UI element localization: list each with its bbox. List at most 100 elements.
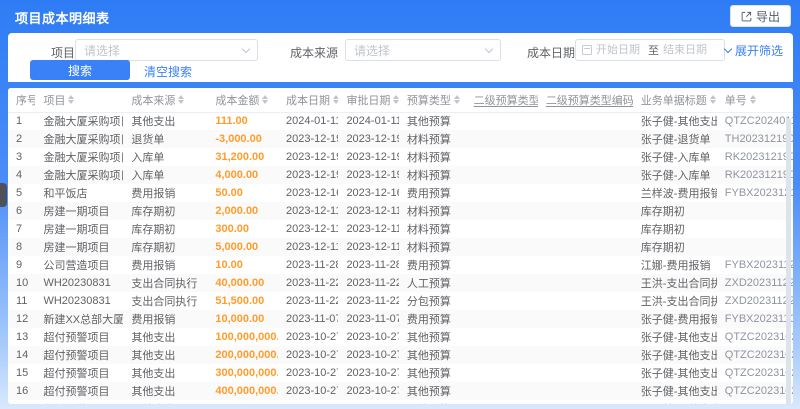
table-row: 17超付预警项目其他支出500,000,000.002023-10-272023… xyxy=(8,400,793,404)
cell-sub_budget_type xyxy=(466,382,538,400)
table-scrollbar[interactable] xyxy=(786,118,791,404)
column-label: 成本日期 xyxy=(286,94,330,107)
column-header-doc_no[interactable]: 单号 xyxy=(716,88,793,113)
table-header-row: 序号 项目 成本来源 成本金额 成本日期 审批日期 预算类型 二级预算类型 二级预算类型编码 业务… xyxy=(8,88,793,113)
sort-icons[interactable] xyxy=(709,95,716,105)
column-label: 成本来源 xyxy=(131,94,176,107)
sort-asc-icon[interactable] xyxy=(393,95,399,100)
cell-source: 其他支出 xyxy=(131,386,176,398)
column-header-project[interactable]: 项目 xyxy=(35,88,124,113)
column-header-budget_type[interactable]: 预算类型 xyxy=(398,88,466,113)
sort-icons[interactable] xyxy=(393,95,399,105)
cell-project: 超付预警项目 xyxy=(43,386,110,398)
cell-index: 9 xyxy=(16,259,23,271)
sort-asc-icon[interactable] xyxy=(749,95,756,100)
cell-approve_date: 2023-11-22 xyxy=(346,277,399,289)
cell-source: 其他支出 xyxy=(131,368,176,380)
cost-date-range[interactable]: 至 xyxy=(575,39,725,61)
sort-icons[interactable] xyxy=(453,95,460,105)
cell-project: 公司营造项目 xyxy=(43,260,110,272)
chevron-down-icon xyxy=(241,44,251,53)
page-title: 项目成本明细表 xyxy=(15,11,110,26)
sort-icons[interactable] xyxy=(749,95,756,105)
cell-source: 费用报销 xyxy=(131,314,176,326)
cell-source: 库存期初 xyxy=(131,206,176,218)
project-select[interactable]: 请选择 xyxy=(75,39,258,61)
cost-source-select[interactable]: 请选择 xyxy=(345,39,501,61)
cell-budget_type: 分包预算 xyxy=(406,296,451,308)
cell-cost_date: 2023-12-11 xyxy=(286,205,339,217)
column-header-sub_budget_code[interactable]: 二级预算类型编码 xyxy=(537,88,633,113)
sort-desc-icon[interactable] xyxy=(178,100,185,105)
column-label: 审批日期 xyxy=(346,94,391,107)
cell-amount: -3,000.00 xyxy=(215,133,262,145)
cell-sub_budget_code xyxy=(538,274,633,292)
clear-search-link[interactable]: 清空搜索 xyxy=(144,63,192,80)
cell-project: 金融大厦采购项目 xyxy=(43,170,124,182)
project-filter-label: 项目 xyxy=(51,46,76,60)
sort-icons[interactable] xyxy=(68,95,75,105)
export-button[interactable]: 导出 xyxy=(729,5,791,27)
sort-asc-icon[interactable] xyxy=(178,95,185,100)
table-row: 16 超付预警项目 其他支出 400,000,000.00 2023-10-27 2023… xyxy=(8,382,793,400)
chevron-down-icon xyxy=(484,44,494,53)
cell-source: 费用报销 xyxy=(131,260,176,272)
cell-cost_date: 2023-10-27 xyxy=(278,400,338,404)
cell-project: 房建一期项目 xyxy=(43,224,110,236)
sort-asc-icon[interactable] xyxy=(453,95,460,100)
column-header-cost_date[interactable]: 成本日期 xyxy=(278,88,339,113)
cell-sub_budget_type xyxy=(466,112,538,130)
sort-icons[interactable] xyxy=(178,95,185,105)
cell-sub_budget_code xyxy=(538,238,633,256)
cell-budget_type: 其他预算 xyxy=(406,350,451,362)
cell-amount: 300,000,000.00 xyxy=(215,367,278,379)
sort-desc-icon[interactable] xyxy=(393,100,399,105)
cost-source-filter-label: 成本来源 xyxy=(290,46,339,60)
sort-desc-icon[interactable] xyxy=(453,100,460,105)
cell-project: 超付预警项目 xyxy=(35,400,123,404)
cell-cost_date: 2023-12-19 xyxy=(286,169,339,181)
search-button[interactable]: 搜索 xyxy=(30,60,130,80)
sort-desc-icon[interactable] xyxy=(262,100,269,105)
column-header-approve_date[interactable]: 审批日期 xyxy=(338,88,399,113)
cell-budget_type: 材料预算 xyxy=(406,206,451,218)
sort-desc-icon[interactable] xyxy=(68,100,75,105)
start-date-input[interactable] xyxy=(596,44,644,56)
cell-sub_budget_code xyxy=(538,220,633,238)
cell-doc_title: 张子健-其他支出 xyxy=(640,116,717,129)
cell-doc_no: QTZC20231027002 xyxy=(724,349,793,361)
cell-source: 其他支出 xyxy=(131,350,176,362)
column-header-sub_budget_type[interactable]: 二级预算类型 xyxy=(465,88,538,113)
sort-icons[interactable] xyxy=(262,95,269,105)
cell-doc_no xyxy=(717,220,793,238)
cell-doc_no: QTZC20231027002 xyxy=(717,400,793,404)
column-header-doc_title[interactable]: 业务单据标题 xyxy=(632,88,717,113)
cell-doc_title: 库存期初 xyxy=(640,224,685,236)
column-label: 项目 xyxy=(43,94,66,107)
end-date-input[interactable] xyxy=(663,44,711,56)
cell-sub_budget_type xyxy=(466,148,538,166)
cell-doc_no: RK20231219002 xyxy=(724,169,793,181)
cell-doc_no xyxy=(717,238,793,256)
sort-asc-icon[interactable] xyxy=(262,95,269,100)
expand-filters-link[interactable]: 展开筛选 xyxy=(723,42,783,59)
sort-desc-icon[interactable] xyxy=(333,100,339,105)
cell-amount: 31,200.00 xyxy=(215,151,265,163)
sort-desc-icon[interactable] xyxy=(709,100,716,105)
column-header-source[interactable]: 成本来源 xyxy=(123,88,208,113)
sort-desc-icon[interactable] xyxy=(749,100,756,105)
sort-asc-icon[interactable] xyxy=(333,95,339,100)
column-header-amount[interactable]: 成本金额 xyxy=(207,88,278,113)
sidebar-collapse-handle[interactable] xyxy=(0,183,7,207)
cell-doc_no: QTZC20231027002 xyxy=(724,331,793,343)
sort-asc-icon[interactable] xyxy=(709,95,716,100)
cell-sub_budget_code xyxy=(538,346,633,364)
cell-sub_budget_code xyxy=(538,256,633,274)
cell-approve_date: 2023-10-27 xyxy=(346,349,399,361)
cell-doc_title: 张子健-费用报销 xyxy=(640,314,717,326)
sort-asc-icon[interactable] xyxy=(68,95,75,100)
sort-icons[interactable] xyxy=(333,95,339,105)
export-label: 导出 xyxy=(755,9,780,24)
cell-source: 其他支出 xyxy=(131,116,176,129)
cell-sub_budget_code xyxy=(538,166,633,184)
